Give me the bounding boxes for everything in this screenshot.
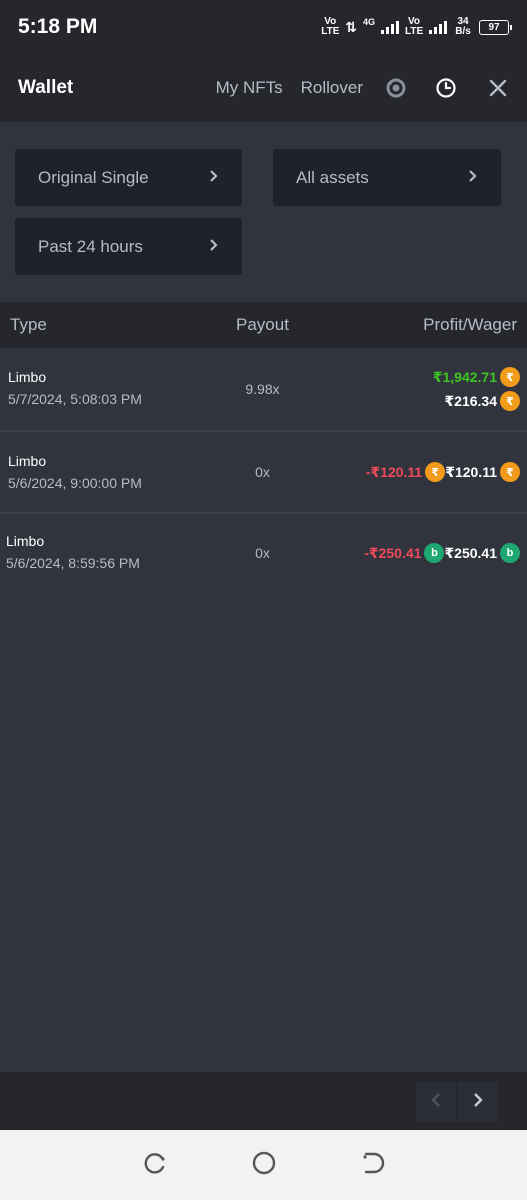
row-type-cell: Limbo 5/7/2024, 5:08:03 PM [8, 369, 142, 407]
table-row[interactable]: Limbo 5/6/2024, 8:59:56 PM 0x -₹250.41 b… [0, 514, 527, 594]
row-profit: ₹1,942.71 ₹ [433, 367, 520, 387]
row-profit-value: -₹120.11 [365, 463, 423, 480]
row-profit-wager: -₹120.11 ₹ ₹120.11 ₹ [366, 462, 520, 482]
game-filter-label: Original Single [38, 167, 149, 187]
period-filter-select[interactable]: Past 24 hours [15, 218, 242, 275]
header-nav: My NFTs Rollover [198, 77, 509, 99]
chevron-right-icon [209, 168, 219, 188]
signal-strength-icon-2 [429, 20, 447, 34]
rupee-coin-icon: ₹ [500, 462, 520, 482]
game-filter-select[interactable]: Original Single [15, 149, 242, 206]
battery-icon: 97 [479, 19, 512, 35]
back-button[interactable] [360, 1150, 386, 1181]
bcd-coin-icon: b [500, 543, 520, 563]
next-page-button[interactable] [458, 1082, 498, 1122]
data-transfer-icon: ⇅ [345, 18, 357, 35]
back-icon [362, 1152, 384, 1173]
close-icon[interactable] [487, 77, 509, 99]
row-payout: 0x [255, 464, 270, 480]
row-payout: 0x [255, 545, 270, 561]
network-type: 4G [362, 17, 375, 27]
wallet-header: Wallet My NFTs Rollover [0, 54, 527, 122]
bcd-coin-icon: b [424, 543, 445, 563]
status-bar: 5:18 PM Vo LTE ⇅ 4G Vo LTE 34 B/s 97 [0, 0, 527, 54]
battery-level: 97 [488, 21, 500, 33]
signal-strength-icon [381, 20, 399, 34]
row-date: 5/6/2024, 9:00:00 PM [8, 475, 142, 491]
row-profit-value: -₹250.41 [364, 544, 422, 561]
home-button[interactable] [251, 1150, 277, 1181]
row-wager-value: ₹250.41 [444, 544, 497, 561]
chevron-right-icon [472, 1092, 484, 1113]
page-title: Wallet [18, 77, 74, 98]
row-game: Limbo [8, 453, 47, 469]
system-navigation-bar [0, 1130, 527, 1200]
volte-indicator-2: Vo LTE [405, 16, 424, 37]
row-wager: ₹216.34 ₹ [444, 391, 520, 411]
row-type-cell: Limbo 5/6/2024, 8:59:56 PM [6, 533, 140, 571]
period-filter-label: Past 24 hours [38, 236, 143, 256]
pagination-bar [0, 1072, 527, 1130]
status-icons: Vo LTE ⇅ 4G Vo LTE 34 B/s 97 [321, 16, 512, 37]
row-payout: 9.98x [245, 381, 280, 397]
row-game: Limbo [8, 369, 47, 385]
nav-rollover[interactable]: Rollover [301, 78, 363, 98]
column-header-payout: Payout [236, 315, 289, 334]
column-header-profit-wager: Profit/Wager [423, 315, 517, 334]
row-profit-value: ₹1,942.71 [432, 368, 497, 385]
chevron-right-icon [468, 168, 478, 188]
row-wager-value: ₹120.11 [445, 463, 497, 480]
chevron-left-icon [430, 1092, 442, 1113]
rollover-icon[interactable] [385, 77, 407, 99]
filter-panel: Original Single All assets Past 24 hours [0, 122, 527, 302]
status-time: 5:18 PM [18, 15, 98, 38]
nav-my-nfts[interactable]: My NFTs [216, 78, 283, 98]
clock-icon[interactable] [435, 77, 457, 99]
asset-filter-select[interactable]: All assets [273, 149, 501, 206]
row-date: 5/6/2024, 8:59:56 PM [6, 555, 140, 571]
rupee-coin-icon: ₹ [500, 391, 520, 411]
column-header-type: Type [10, 315, 47, 334]
table-header: Type Payout Profit/Wager [0, 302, 527, 348]
prev-page-button[interactable] [416, 1082, 456, 1122]
network-speed-unit: B/s [455, 26, 471, 37]
rupee-coin-icon: ₹ [425, 462, 446, 482]
asset-filter-label: All assets [296, 167, 369, 187]
row-wager-value: ₹216.34 [444, 392, 497, 409]
chevron-right-icon [209, 237, 219, 257]
row-game: Limbo [6, 533, 45, 549]
rupee-coin-icon: ₹ [500, 367, 520, 387]
table-row[interactable]: Limbo 5/6/2024, 9:00:00 PM 0x -₹120.11 ₹… [0, 432, 527, 514]
recent-apps-icon [144, 1152, 165, 1174]
row-date: 5/7/2024, 5:08:03 PM [8, 391, 142, 407]
row-type-cell: Limbo 5/6/2024, 9:00:00 PM [8, 453, 142, 491]
recent-apps-button[interactable] [142, 1150, 168, 1181]
table-row[interactable]: Limbo 5/7/2024, 5:08:03 PM 9.98x ₹1,942.… [0, 348, 527, 432]
home-icon [252, 1151, 275, 1174]
row-profit-wager: -₹250.41 b ₹250.41 b [364, 543, 520, 563]
network-speed: 34 B/s [453, 17, 473, 37]
volte-indicator: Vo LTE [321, 16, 340, 37]
